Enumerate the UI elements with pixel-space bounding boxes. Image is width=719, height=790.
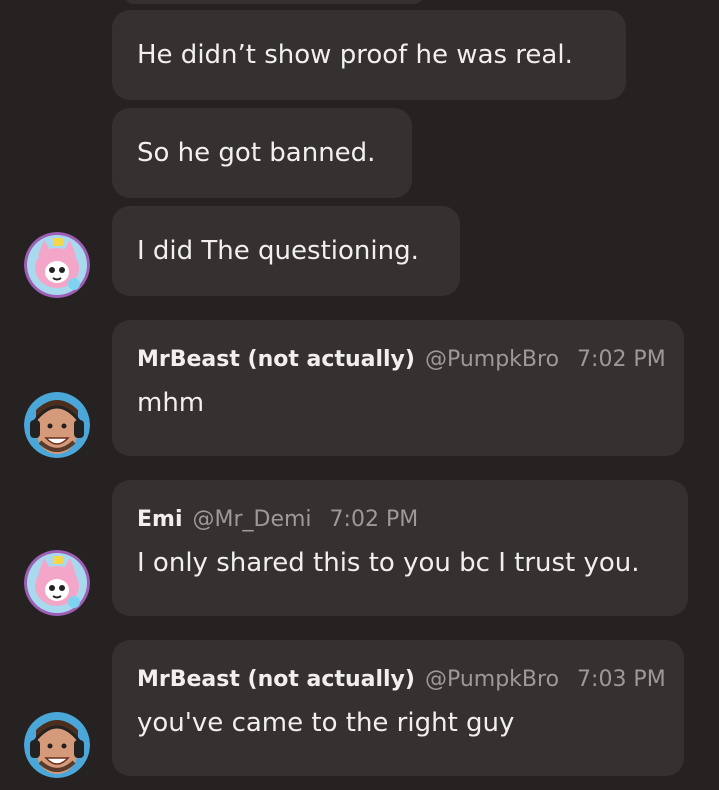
message-timestamp: 7:03 PM: [577, 667, 666, 692]
message-text: mhm: [137, 388, 205, 418]
message-header: Emi @Mr_Demi 7:02 PM: [137, 507, 663, 532]
message-text: He didn’t show proof he was real.: [137, 40, 573, 70]
message-bubble[interactable]: MrBeast (not actually) @PumpkBro 7:03 PM…: [112, 640, 684, 776]
message-timestamp: 7:02 PM: [577, 347, 666, 372]
message-text: I only shared this to you bc I trust you…: [137, 548, 640, 578]
message-bubble[interactable]: He didn’t show proof he was real.: [112, 10, 626, 100]
message-bubble[interactable]: MrBeast (not actually) @PumpkBro 7:02 PM…: [112, 320, 684, 456]
mrbeast-photo-avatar[interactable]: [24, 712, 90, 778]
author-handle[interactable]: @Mr_Demi: [193, 507, 312, 532]
author-handle[interactable]: @PumpkBro: [425, 667, 559, 692]
message-timestamp: 7:02 PM: [329, 507, 419, 532]
message-text: I did The questioning.: [137, 236, 419, 266]
message-text: you've came to the right guy: [137, 708, 515, 738]
message-header: MrBeast (not actually) @PumpkBro 7:02 PM: [137, 347, 666, 372]
author-handle[interactable]: @PumpkBro: [425, 347, 559, 372]
pink-cartoon-avatar[interactable]: [24, 232, 90, 298]
message-bubble[interactable]: I did The questioning.: [112, 206, 460, 296]
pink-cartoon-avatar[interactable]: [24, 550, 90, 616]
author-name[interactable]: MrBeast (not actually): [137, 667, 415, 692]
previous-message-bubble-edge: [124, 0, 424, 4]
author-name[interactable]: Emi: [137, 507, 183, 532]
message-text: So he got banned.: [137, 138, 376, 168]
message-bubble[interactable]: So he got banned.: [112, 108, 412, 198]
mrbeast-photo-avatar[interactable]: [24, 392, 90, 458]
author-name[interactable]: MrBeast (not actually): [137, 347, 415, 372]
message-bubble[interactable]: Emi @Mr_Demi 7:02 PM I only shared this …: [112, 480, 688, 616]
message-header: MrBeast (not actually) @PumpkBro 7:03 PM: [137, 667, 666, 692]
